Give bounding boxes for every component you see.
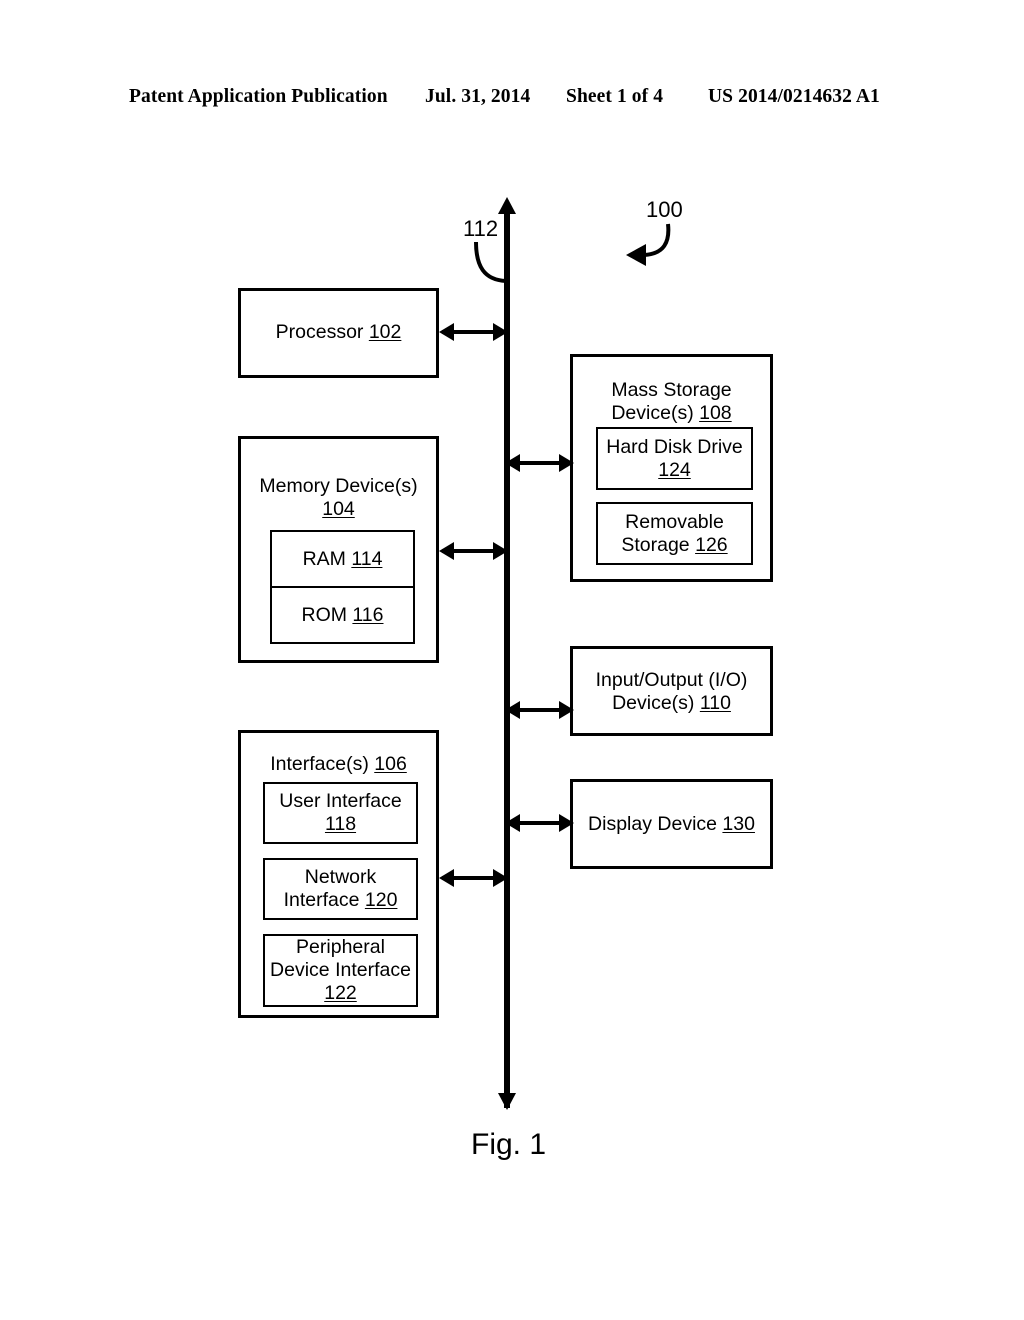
bus-reference-label: 112	[463, 216, 499, 241]
processor-bus-arrow-left	[439, 323, 454, 341]
mass-storage-bus-arrow-right	[559, 454, 574, 472]
mass-storage-devices-box[interactable]: Mass Storage Device(s) 108 Hard Disk Dri…	[570, 354, 773, 582]
ram-ref: 114	[351, 547, 383, 570]
ram-box[interactable]: RAM 114	[270, 530, 415, 588]
mass-storage-label-line2: Device(s)	[611, 402, 694, 424]
io-bus-arrow-right	[559, 701, 574, 719]
interfaces-bus-arrow-right	[493, 869, 508, 887]
bus-leader-line	[474, 241, 507, 283]
memory-devices-ref: 104	[322, 498, 355, 520]
memory-bus-arrow-right	[493, 542, 508, 560]
processor-label: Processor	[275, 321, 364, 343]
user-interface-ref: 118	[324, 813, 357, 835]
peripheral-device-interface-box[interactable]: Peripheral Device Interface 122	[263, 934, 418, 1007]
display-bus-arrow-right	[559, 814, 574, 832]
memory-devices-box[interactable]: Memory Device(s) 104 RAM 114 ROM 116	[238, 436, 439, 663]
rom-box[interactable]: ROM 116	[270, 586, 415, 644]
io-bus-arrow-left	[505, 701, 520, 719]
figure-caption: Fig. 1	[471, 1128, 547, 1161]
mass-storage-bus-arrow-left	[505, 454, 520, 472]
ram-label: RAM	[302, 547, 346, 570]
system-reference-label: 100	[646, 197, 683, 222]
mass-storage-ref: 108	[699, 402, 732, 424]
removable-storage-label-line2: Storage	[621, 533, 690, 556]
interfaces-box[interactable]: Interface(s) 106 User Interface 118 Netw…	[238, 730, 439, 1018]
rom-ref: 116	[352, 603, 384, 626]
rom-label: ROM	[301, 603, 347, 626]
peripheral-device-interface-ref: 122	[324, 982, 357, 1004]
user-interface-label: User Interface	[279, 790, 402, 812]
removable-storage-box[interactable]: Removable Storage 126	[596, 502, 753, 565]
processor-bus-arrow-right	[493, 323, 508, 341]
io-devices-label-line2: Device(s)	[612, 692, 695, 714]
network-interface-box[interactable]: Network Interface 120	[263, 858, 418, 920]
display-device-box[interactable]: Display Device 130	[570, 779, 773, 869]
display-device-ref: 130	[722, 813, 755, 835]
display-device-label: Display Device	[588, 813, 717, 835]
display-bus-arrow-left	[505, 814, 520, 832]
peripheral-device-interface-label: Peripheral Device Interface	[270, 936, 411, 981]
processor-ref: 102	[368, 321, 402, 343]
interfaces-ref: 106	[374, 753, 407, 775]
hard-disk-drive-box[interactable]: Hard Disk Drive 124	[596, 427, 753, 490]
bus-arrow-top	[498, 197, 516, 214]
memory-devices-label: Memory Device(s)	[259, 475, 418, 497]
memory-bus-arrow-left	[439, 542, 454, 560]
interfaces-label: Interface(s)	[270, 753, 369, 775]
io-devices-ref: 110	[699, 692, 731, 714]
hard-disk-drive-ref: 124	[658, 458, 691, 481]
system-reference-arrow	[626, 223, 671, 266]
system-bus-line	[504, 213, 510, 1108]
removable-storage-label-line1: Removable	[625, 510, 724, 533]
io-devices-label-line1: Input/Output (I/O)	[595, 669, 748, 691]
figure-1-diagram: 112 100 Processor 102 Memory Device(s) 1…	[0, 0, 1024, 1320]
bus-arrow-bottom	[498, 1093, 516, 1110]
io-devices-box[interactable]: Input/Output (I/O) Device(s) 110	[570, 646, 773, 736]
processor-box[interactable]: Processor 102	[238, 288, 439, 378]
hard-disk-drive-label: Hard Disk Drive	[606, 435, 743, 458]
removable-storage-ref: 126	[695, 533, 728, 556]
user-interface-box[interactable]: User Interface 118	[263, 782, 418, 844]
network-interface-ref: 120	[364, 889, 398, 911]
network-interface-label: Network Interface	[283, 866, 377, 911]
interfaces-bus-arrow-left	[439, 869, 454, 887]
mass-storage-label-line1: Mass Storage	[611, 379, 732, 401]
